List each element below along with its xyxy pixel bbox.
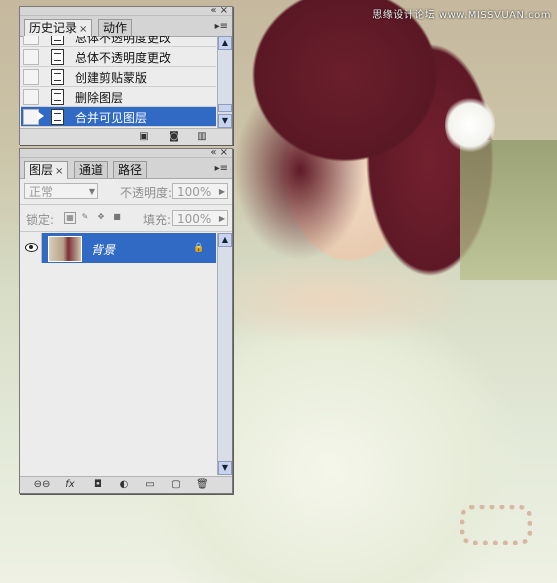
photo-grass-region [460,140,557,280]
fill-field[interactable]: 100% ▶ [172,210,228,226]
history-item[interactable]: 删除图层 [21,87,216,107]
lock-position-move-icon[interactable]: ✥ [96,212,106,222]
opacity-value: 100% [177,185,212,199]
group-folder-icon[interactable]: ▭ [144,479,156,490]
history-brush-source-checkbox[interactable] [23,36,39,45]
history-brush-source-checkbox[interactable] [23,69,39,85]
tab-history[interactable]: 历史记录 × [24,19,93,37]
tab-actions-label: 动作 [103,21,128,35]
history-item[interactable]: 总体不透明度更改 [21,36,216,47]
scroll-down-icon[interactable]: ▼ [218,114,232,128]
layers-list: 背景 🔒 [20,233,217,475]
panel-menu-icon[interactable]: ▸≡ [215,163,228,174]
layer-name: 背景 [91,243,116,257]
tab-layers-label: 图层 [29,163,54,177]
tab-paths[interactable]: 路径 [113,161,148,178]
history-item-selected[interactable]: 合并可见图层 [21,107,216,127]
panel-menu-icon[interactable]: ▸≡ [215,21,228,32]
snapshot-camera-icon[interactable]: ◙ [168,131,180,142]
watermark-text: 思缘设计论坛 www.MISSVUAN.com [372,10,551,21]
tab-channels-label: 通道 [79,163,104,177]
history-bottom-toolbar: ▣ ◙ ▥ [20,128,232,145]
history-scrollbar[interactable]: ▲ ▼ [217,36,232,128]
photo-bracelet [460,505,532,545]
history-brush-source-checkbox[interactable] [23,89,39,105]
lock-image-brush-icon[interactable]: ✎ [80,212,90,222]
trash-icon[interactable]: 🗑 [196,479,209,490]
panel-collapse-close-controls[interactable]: « × [210,5,228,16]
history-state-icon [51,49,64,65]
fill-label: 填充: [143,213,172,227]
mask-icon[interactable]: ◘ [92,479,104,490]
link-icon[interactable]: ⊖⊖ [32,479,52,490]
chevron-down-icon: ▼ [88,187,95,196]
history-current-state-marker-icon [37,111,44,121]
lock-fill-row: 锁定: ▦ ✎ ✥ ■ 填充: 100% ▶ [20,205,232,232]
history-tabs: 历史记录 × 动作 ▸≡ [20,16,232,37]
blend-mode-select[interactable]: 正常 ▼ [24,183,98,199]
tab-layers[interactable]: 图层 × [24,161,69,179]
new-layer-icon[interactable]: ▢ [170,479,182,490]
history-item[interactable]: 总体不透明度更改 [21,47,216,67]
scroll-up-icon[interactable]: ▲ [218,36,232,50]
scroll-down-icon[interactable]: ▼ [218,461,232,475]
scroll-thumb[interactable] [218,104,232,112]
blend-opacity-row: 正常 ▼ 不透明度: 100% ▶ [20,178,232,205]
trash-icon[interactable]: ▥ [196,131,208,142]
history-item-label: 合并可见图层 [75,111,148,125]
lock-label: 锁定: [26,213,55,227]
layers-panel-titlebar[interactable]: « × [20,147,232,158]
tab-history-label: 历史记录 [29,21,78,35]
opacity-field[interactable]: 100% ▶ [172,183,228,199]
tab-close-icon[interactable]: × [55,166,63,177]
layer-thumbnail [48,236,82,262]
chevron-right-icon: ▶ [218,187,225,196]
history-panel-titlebar[interactable]: « × [20,5,232,16]
tab-close-icon[interactable]: × [79,24,87,35]
history-state-icon [51,109,64,125]
photo-hair-flower [445,95,495,155]
adjustment-layer-icon[interactable]: ◐ [118,479,130,490]
tab-paths-label: 路径 [118,163,143,177]
lock-transparency-icon[interactable]: ▦ [64,212,76,224]
history-list: 总体不透明度更改 总体不透明度更改 创建剪贴蒙版 删除图层 合并可见图层 [20,36,217,128]
history-panel: « × 历史记录 × 动作 ▸≡ 总体不透明度更改 总体不透明度更改 创建剪贴蒙版 [19,5,233,145]
opacity-label: 不透明度: [120,186,173,200]
layer-row-background[interactable]: 背景 🔒 [21,233,216,263]
layers-scrollbar[interactable]: ▲ ▼ [217,233,232,475]
eye-visibility-icon[interactable] [21,233,42,263]
history-item-label: 删除图层 [75,91,124,105]
lock-all-padlock-icon[interactable]: ■ [112,212,122,222]
fill-value: 100% [177,212,212,226]
fx-icon[interactable]: fx [64,479,76,490]
history-state-icon [51,36,64,45]
new-document-from-state-icon[interactable]: ▣ [138,131,150,142]
history-state-icon [51,69,64,85]
panel-collapse-close-controls[interactable]: « × [210,147,228,158]
blend-mode-value: 正常 [29,185,54,199]
layers-panel: « × 图层 × 通道 路径 ▸≡ 正常 ▼ 不透明度: 100% ▶ 锁定: ▦ ✎… [19,147,233,494]
history-item[interactable]: 创建剪贴蒙版 [21,67,216,87]
history-item-label: 总体不透明度更改 [75,36,172,45]
layers-bottom-toolbar: ⊖⊖ fx ◘ ◐ ▭ ▢ 🗑 [20,476,232,493]
history-brush-source-checkbox[interactable] [23,49,39,65]
history-item-label: 总体不透明度更改 [75,51,172,65]
tab-actions[interactable]: 动作 [98,19,133,36]
layers-tabs: 图层 × 通道 路径 ▸≡ [20,158,232,179]
history-state-icon [51,89,64,105]
scroll-up-icon[interactable]: ▲ [218,233,232,247]
layer-lock-icon: 🔒 [193,243,205,253]
chevron-right-icon: ▶ [218,214,225,223]
history-item-label: 创建剪贴蒙版 [75,71,148,85]
tab-channels[interactable]: 通道 [74,161,109,178]
